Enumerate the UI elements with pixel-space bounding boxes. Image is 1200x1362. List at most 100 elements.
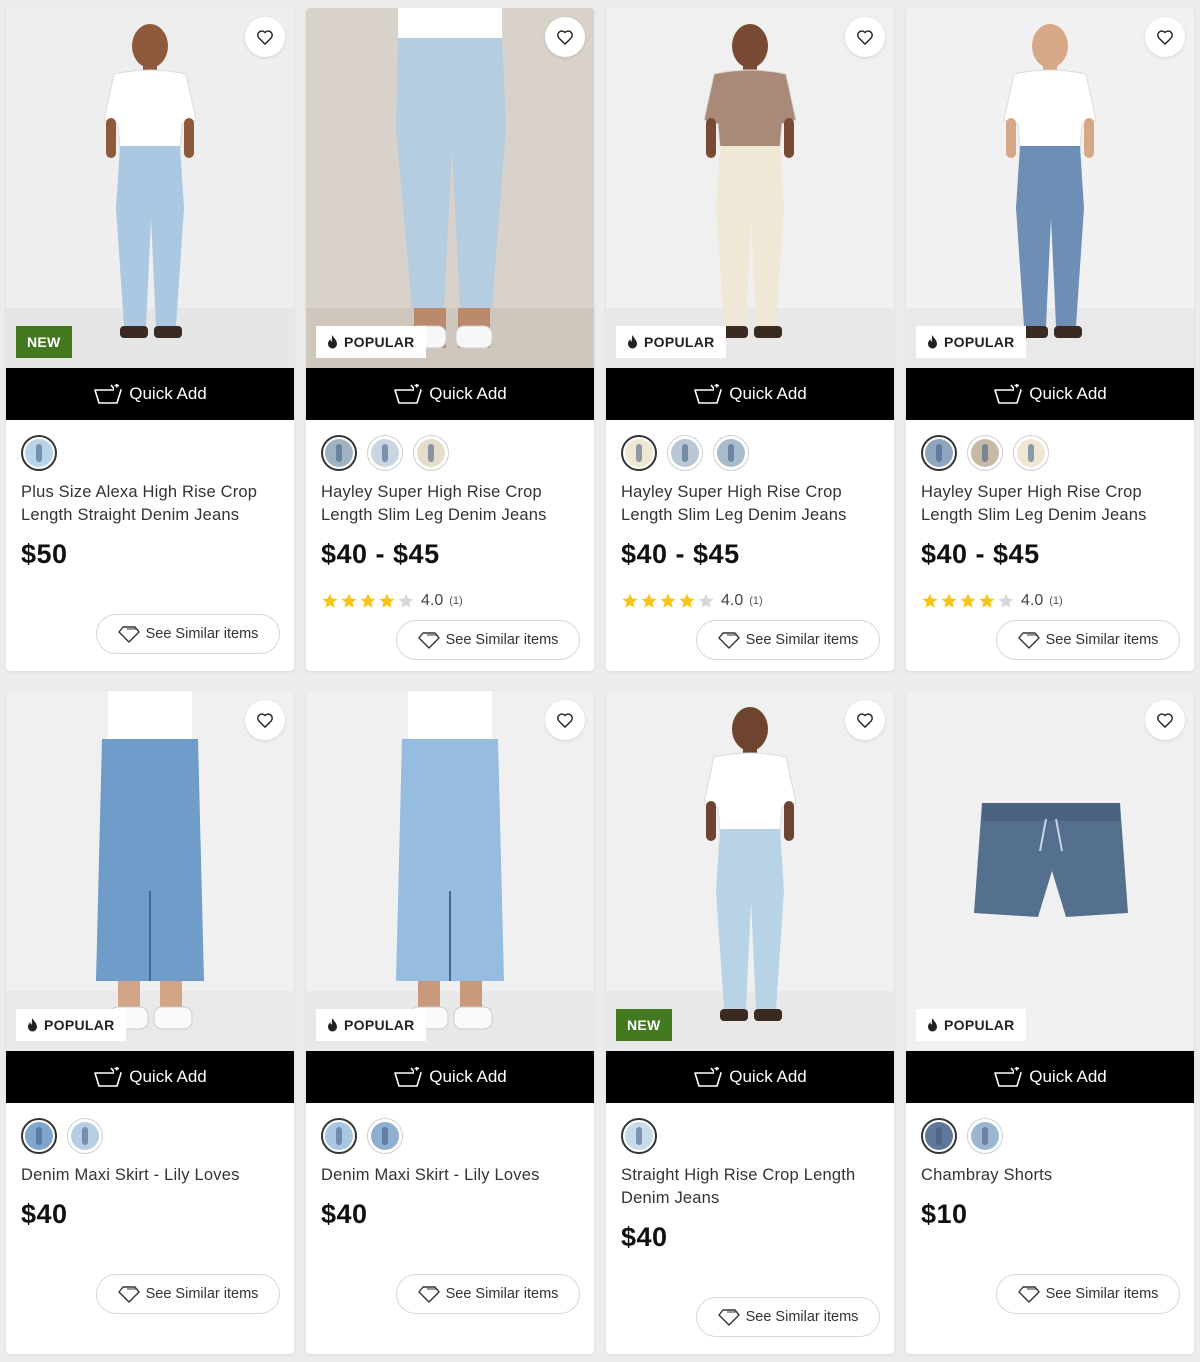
- product-card[interactable]: POPULAR Quick Add Hayley Super High Rise C…: [906, 8, 1194, 671]
- similar-icon: [117, 625, 146, 643]
- star-icon: [378, 592, 396, 610]
- see-similar-label: See Similar items: [745, 632, 859, 648]
- see-similar-button[interactable]: See Similar items: [396, 620, 580, 660]
- color-swatch[interactable]: [667, 435, 703, 471]
- rating[interactable]: 4.0 (1): [621, 591, 763, 611]
- new-badge: NEW: [16, 326, 72, 358]
- badge-label: NEW: [627, 1017, 661, 1033]
- see-similar-button[interactable]: See Similar items: [696, 620, 880, 660]
- product-card[interactable]: POPULAR Quick Add Hayley Super High Rise C…: [606, 8, 894, 671]
- wishlist-heart-icon[interactable]: [845, 17, 885, 57]
- basket-icon: [693, 1067, 729, 1087]
- product-title[interactable]: Hayley Super High Rise Crop Length Slim …: [921, 481, 1183, 527]
- product-image[interactable]: POPULAR: [906, 8, 1194, 368]
- product-card[interactable]: POPULAR Quick Add Denim Maxi Skirt - Lily …: [306, 691, 594, 1354]
- see-similar-button[interactable]: See Similar items: [96, 614, 280, 654]
- basket-icon: [993, 384, 1029, 404]
- quick-add-label: Quick Add: [1029, 1067, 1107, 1086]
- color-swatches: [921, 1118, 1003, 1154]
- product-title[interactable]: Denim Maxi Skirt - Lily Loves: [21, 1164, 283, 1187]
- quick-add-button[interactable]: Quick Add: [6, 368, 294, 420]
- see-similar-label: See Similar items: [445, 632, 559, 648]
- wishlist-heart-icon[interactable]: [1145, 17, 1185, 57]
- color-swatch[interactable]: [367, 435, 403, 471]
- color-swatch[interactable]: [921, 435, 957, 471]
- similar-icon: [717, 631, 746, 649]
- product-image[interactable]: POPULAR: [306, 691, 594, 1051]
- color-swatch[interactable]: [321, 435, 357, 471]
- color-swatch[interactable]: [21, 1118, 57, 1154]
- wishlist-heart-icon[interactable]: [1145, 700, 1185, 740]
- product-title[interactable]: Plus Size Alexa High Rise Crop Length St…: [21, 481, 283, 527]
- quick-add-button[interactable]: Quick Add: [906, 368, 1194, 420]
- color-swatch[interactable]: [21, 435, 57, 471]
- quick-add-button[interactable]: Quick Add: [6, 1051, 294, 1103]
- quick-add-button[interactable]: Quick Add: [306, 1051, 594, 1103]
- wishlist-heart-icon[interactable]: [845, 700, 885, 740]
- product-image[interactable]: POPULAR: [306, 8, 594, 368]
- see-similar-button[interactable]: See Similar items: [96, 1274, 280, 1314]
- basket-icon: [93, 1067, 129, 1087]
- star-icon: [397, 592, 415, 610]
- wishlist-heart-icon[interactable]: [545, 17, 585, 57]
- product-price: $40 - $45: [621, 539, 740, 569]
- basket-icon: [993, 1067, 1029, 1087]
- wishlist-heart-icon[interactable]: [245, 17, 285, 57]
- product-image[interactable]: POPULAR: [906, 691, 1194, 1051]
- similar-icon: [1017, 631, 1046, 649]
- wishlist-heart-icon[interactable]: [245, 700, 285, 740]
- star-icon: [340, 592, 358, 610]
- product-image[interactable]: POPULAR: [6, 691, 294, 1051]
- product-title[interactable]: Chambray Shorts: [921, 1164, 1183, 1187]
- product-grid: NEW Quick Add Plus Size Alexa High Rise Cr…: [0, 0, 1200, 1362]
- color-swatch[interactable]: [967, 1118, 1003, 1154]
- see-similar-button[interactable]: See Similar items: [396, 1274, 580, 1314]
- color-swatch[interactable]: [1013, 435, 1049, 471]
- quick-add-button[interactable]: Quick Add: [906, 1051, 1194, 1103]
- product-title[interactable]: Straight High Rise Crop Length Denim Jea…: [621, 1164, 883, 1210]
- wishlist-heart-icon[interactable]: [545, 700, 585, 740]
- badge-label: POPULAR: [944, 1017, 1015, 1033]
- see-similar-button[interactable]: See Similar items: [996, 1274, 1180, 1314]
- product-image[interactable]: NEW: [6, 8, 294, 368]
- see-similar-button[interactable]: See Similar items: [996, 620, 1180, 660]
- product-card[interactable]: POPULAR Quick Add Chambray Shorts $10 See Si…: [906, 691, 1194, 1354]
- color-swatches: [321, 435, 449, 471]
- see-similar-button[interactable]: See Similar items: [696, 1297, 880, 1337]
- product-card[interactable]: NEW Quick Add Straight High Rise Crop Leng…: [606, 691, 894, 1354]
- color-swatch[interactable]: [321, 1118, 357, 1154]
- product-card[interactable]: POPULAR Quick Add Denim Maxi Skirt - Lily …: [6, 691, 294, 1354]
- color-swatch[interactable]: [967, 435, 1003, 471]
- color-swatches: [321, 1118, 403, 1154]
- product-title[interactable]: Hayley Super High Rise Crop Length Slim …: [621, 481, 883, 527]
- product-card[interactable]: POPULAR Quick Add Hayley Super High Rise C…: [306, 8, 594, 671]
- product-price: $10: [921, 1199, 968, 1229]
- see-similar-label: See Similar items: [745, 1309, 859, 1325]
- similar-icon: [417, 1285, 446, 1303]
- color-swatch[interactable]: [621, 1118, 657, 1154]
- flame-icon: [27, 1018, 38, 1032]
- product-image[interactable]: POPULAR: [606, 8, 894, 368]
- color-swatch[interactable]: [921, 1118, 957, 1154]
- star-icon: [359, 592, 377, 610]
- color-swatch[interactable]: [713, 435, 749, 471]
- color-swatch[interactable]: [621, 435, 657, 471]
- basket-icon: [393, 1067, 429, 1087]
- color-swatch[interactable]: [67, 1118, 103, 1154]
- color-swatch[interactable]: [413, 435, 449, 471]
- product-title[interactable]: Hayley Super High Rise Crop Length Slim …: [321, 481, 583, 527]
- popular-badge: POPULAR: [16, 1009, 126, 1041]
- quick-add-button[interactable]: Quick Add: [606, 1051, 894, 1103]
- product-card[interactable]: NEW Quick Add Plus Size Alexa High Rise Cr…: [6, 8, 294, 671]
- flame-icon: [927, 335, 938, 349]
- quick-add-button[interactable]: Quick Add: [606, 368, 894, 420]
- star-icon: [921, 592, 939, 610]
- rating[interactable]: 4.0 (1): [321, 591, 463, 611]
- color-swatch[interactable]: [367, 1118, 403, 1154]
- popular-badge: POPULAR: [916, 1009, 1026, 1041]
- product-title[interactable]: Denim Maxi Skirt - Lily Loves: [321, 1164, 583, 1187]
- product-image[interactable]: NEW: [606, 691, 894, 1051]
- rating[interactable]: 4.0 (1): [921, 591, 1063, 611]
- quick-add-button[interactable]: Quick Add: [306, 368, 594, 420]
- star-icon: [621, 592, 639, 610]
